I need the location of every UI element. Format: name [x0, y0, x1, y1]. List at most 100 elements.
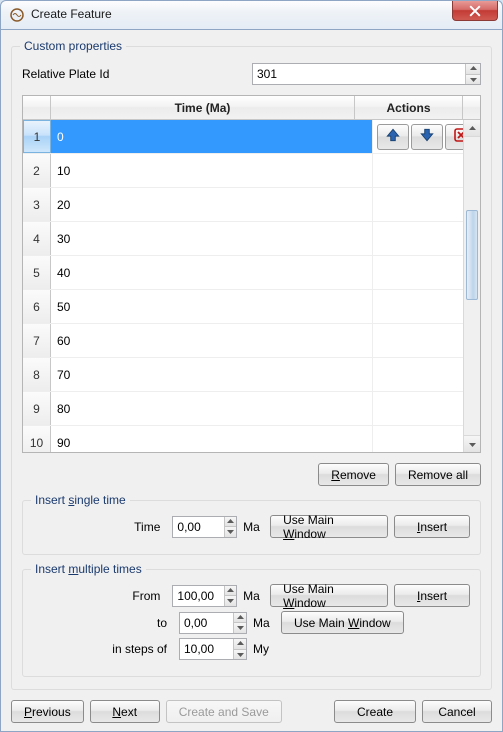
- table-row[interactable]: 1090: [23, 426, 480, 452]
- multiple-to-input[interactable]: [180, 613, 233, 633]
- row-time-cell[interactable]: 30: [51, 222, 372, 255]
- row-time-cell[interactable]: 60: [51, 324, 372, 357]
- table-row[interactable]: 10: [23, 120, 480, 154]
- single-time-label: Time: [33, 520, 166, 534]
- spin-up-icon[interactable]: [466, 64, 480, 75]
- multiple-to-use-main-window-button[interactable]: Use Main Window: [281, 611, 404, 634]
- row-number[interactable]: 8: [23, 358, 51, 391]
- single-insert-button[interactable]: Insert: [394, 515, 470, 538]
- insert-multiple-group: Insert multiple times From Ma Use Main W…: [22, 569, 481, 677]
- app-icon: [9, 7, 25, 23]
- previous-button[interactable]: Previous: [11, 700, 84, 723]
- multiple-from-spinbox[interactable]: [172, 585, 237, 607]
- row-number[interactable]: 7: [23, 324, 51, 357]
- row-time-cell[interactable]: 80: [51, 392, 372, 425]
- spin-up-icon[interactable]: [225, 517, 237, 528]
- multiple-from-use-main-window-button[interactable]: Use Main Window: [270, 584, 388, 607]
- table-row[interactable]: 540: [23, 256, 480, 290]
- remove-button-row: Remove Remove all: [22, 463, 481, 486]
- cancel-button[interactable]: Cancel: [422, 700, 492, 723]
- next-button[interactable]: Next: [90, 700, 160, 723]
- multiple-from-input[interactable]: [173, 586, 223, 606]
- multiple-step-input[interactable]: [180, 639, 233, 659]
- create-button[interactable]: Create: [334, 700, 416, 723]
- table-row[interactable]: 650: [23, 290, 480, 324]
- multiple-from-label: From: [33, 589, 166, 603]
- row-time-cell[interactable]: 50: [51, 290, 372, 323]
- row-number[interactable]: 5: [23, 256, 51, 289]
- window-title: Create Feature: [31, 7, 502, 23]
- table-row[interactable]: 870: [23, 358, 480, 392]
- table-header-time: Time (Ma): [51, 96, 355, 119]
- insert-multiple-from-row: From Ma Use Main Window Insert: [33, 584, 470, 607]
- table-scrollbar[interactable]: [463, 120, 480, 452]
- multiple-to-label: to: [33, 616, 173, 630]
- spin-down-icon[interactable]: [466, 75, 480, 85]
- table-row[interactable]: 980: [23, 392, 480, 426]
- table-body: 102103204305406507608709801090: [23, 120, 480, 452]
- relative-plate-row: Relative Plate Id: [22, 63, 481, 85]
- spin-down-icon[interactable]: [234, 650, 246, 660]
- row-move-down-button[interactable]: [411, 124, 443, 150]
- custom-properties-group: Custom properties Relative Plate Id Time…: [11, 46, 492, 690]
- dialog-button-bar: Previous Next Create and Save Create Can…: [11, 700, 492, 723]
- row-number[interactable]: 9: [23, 392, 51, 425]
- insert-multiple-to-row: to Ma Use Main Window: [33, 611, 470, 634]
- insert-single-group: Insert single time Time Ma Use Main Wind…: [22, 500, 481, 555]
- row-time-cell[interactable]: 10: [51, 154, 372, 187]
- row-time-cell[interactable]: 70: [51, 358, 372, 391]
- row-number[interactable]: 2: [23, 154, 51, 187]
- table-row[interactable]: 320: [23, 188, 480, 222]
- single-time-input[interactable]: [173, 517, 223, 537]
- arrow-up-icon: [385, 127, 401, 146]
- spin-down-icon[interactable]: [225, 596, 237, 606]
- relative-plate-spinbuttons[interactable]: [465, 64, 480, 84]
- row-time-cell[interactable]: 0: [51, 120, 372, 153]
- table-header: Time (Ma) Actions: [23, 96, 480, 120]
- table-row[interactable]: 760: [23, 324, 480, 358]
- remove-all-button[interactable]: Remove all: [395, 463, 481, 486]
- multiple-insert-button[interactable]: Insert: [394, 584, 470, 607]
- insert-multiple-legend: Insert multiple times: [31, 562, 146, 576]
- row-time-cell[interactable]: 90: [51, 426, 372, 452]
- arrow-down-icon: [419, 127, 435, 146]
- spin-down-icon[interactable]: [234, 623, 246, 633]
- remove-button[interactable]: Remove: [318, 463, 389, 486]
- spin-up-icon[interactable]: [234, 613, 246, 624]
- spin-up-icon[interactable]: [234, 639, 246, 650]
- table-header-actions: Actions: [355, 96, 463, 119]
- titlebar: Create Feature: [0, 0, 503, 30]
- table-row[interactable]: 210: [23, 154, 480, 188]
- spin-up-icon[interactable]: [225, 586, 237, 597]
- row-number[interactable]: 1: [23, 120, 51, 153]
- single-use-main-window-button[interactable]: Use Main Window: [270, 515, 388, 538]
- multiple-step-label: in steps of: [33, 642, 173, 656]
- single-time-spinbox[interactable]: [172, 516, 237, 538]
- window-close-button[interactable]: [452, 1, 498, 21]
- window-body: Custom properties Relative Plate Id Time…: [0, 30, 503, 732]
- time-table: Time (Ma) Actions 1021032043054065076087…: [22, 95, 481, 453]
- relative-plate-spinbox[interactable]: [252, 63, 481, 85]
- table-header-rownum: [23, 96, 51, 119]
- multiple-step-spinbox[interactable]: [179, 638, 247, 660]
- row-time-cell[interactable]: 20: [51, 188, 372, 221]
- multiple-to-unit: Ma: [253, 616, 275, 630]
- scroll-up-icon[interactable]: [464, 120, 480, 137]
- spin-down-icon[interactable]: [225, 527, 237, 537]
- row-number[interactable]: 3: [23, 188, 51, 221]
- row-number[interactable]: 10: [23, 426, 51, 452]
- single-time-unit: Ma: [243, 520, 264, 534]
- relative-plate-input[interactable]: [253, 64, 465, 84]
- row-time-cell[interactable]: 40: [51, 256, 372, 289]
- row-move-up-button[interactable]: [377, 124, 409, 150]
- row-number[interactable]: 6: [23, 290, 51, 323]
- create-and-save-button[interactable]: Create and Save: [166, 700, 282, 723]
- scroll-down-icon[interactable]: [464, 435, 480, 452]
- table-row[interactable]: 430: [23, 222, 480, 256]
- insert-single-legend: Insert single time: [31, 493, 130, 507]
- row-number[interactable]: 4: [23, 222, 51, 255]
- multiple-to-spinbox[interactable]: [179, 612, 247, 634]
- relative-plate-label: Relative Plate Id: [22, 67, 252, 81]
- custom-properties-legend: Custom properties: [20, 39, 126, 53]
- scroll-thumb[interactable]: [466, 210, 478, 300]
